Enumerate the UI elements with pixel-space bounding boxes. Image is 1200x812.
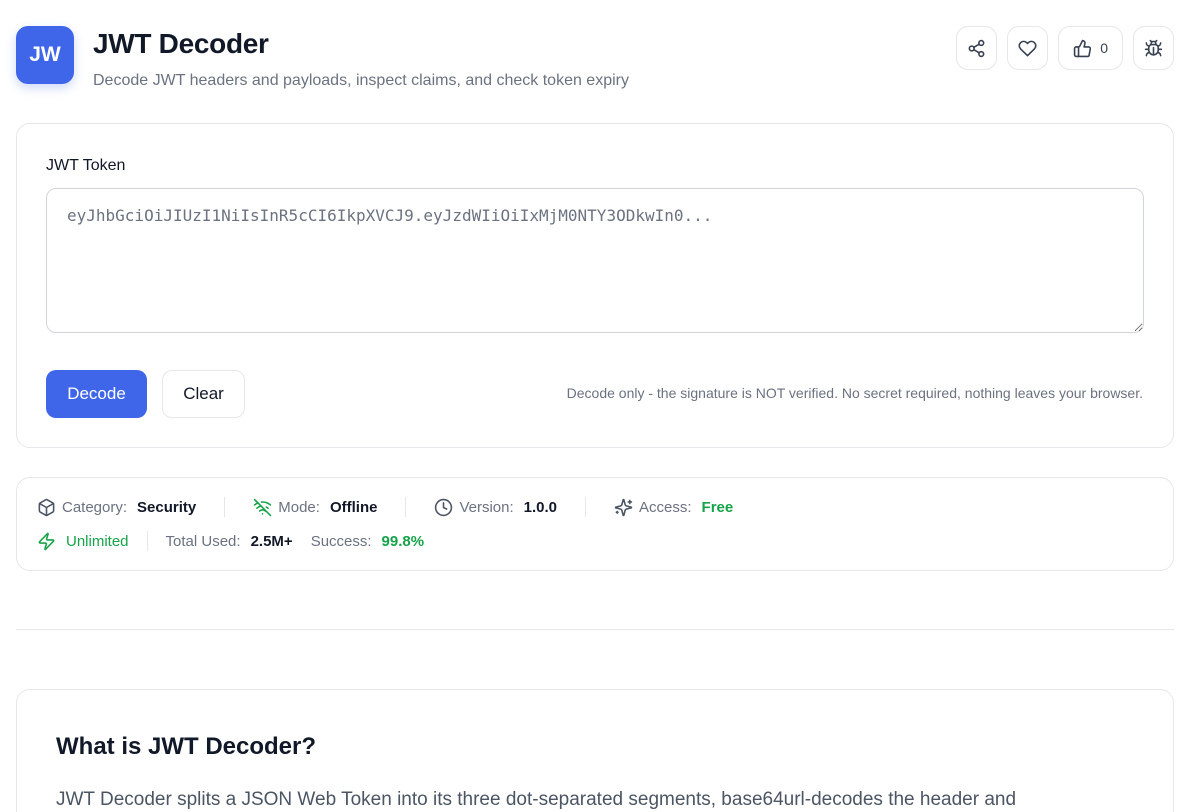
header-actions: 0 xyxy=(956,26,1174,70)
meta-separator xyxy=(146,531,148,551)
like-button[interactable]: 0 xyxy=(1058,26,1123,70)
heart-icon xyxy=(1018,40,1037,56)
tool-meta-card: Category: Security Mode: Offline Version… xyxy=(16,477,1174,571)
meta-access-value: Free xyxy=(701,498,734,516)
zap-icon xyxy=(38,532,55,550)
meta-total-used: Total Used: 2.5M+ xyxy=(166,533,293,550)
bug-icon xyxy=(1144,39,1163,56)
meta-success-label: Success: xyxy=(310,532,372,550)
meta-category: Category: Security xyxy=(37,498,196,517)
meta-mode: Mode: Offline xyxy=(253,498,377,517)
meta-separator xyxy=(224,497,226,517)
privacy-note: Decode only - the signature is NOT verif… xyxy=(566,385,1143,401)
clock-icon xyxy=(435,498,453,516)
meta-separator xyxy=(585,497,587,517)
package-icon xyxy=(38,498,55,516)
about-card: What is JWT Decoder? JWT Decoder splits … xyxy=(16,689,1174,812)
meta-total-value: 2.5M+ xyxy=(250,532,293,550)
share-button[interactable] xyxy=(956,26,998,70)
meta-limit: Unlimited xyxy=(37,532,129,551)
meta-success-value: 99.8% xyxy=(381,532,425,550)
meta-separator xyxy=(405,497,407,517)
page-subtitle: Decode JWT headers and payloads, inspect… xyxy=(93,72,629,89)
meta-version-value: 1.0.0 xyxy=(523,498,558,516)
meta-total-label: Total Used: xyxy=(165,532,241,550)
app-logo: JW xyxy=(16,26,74,84)
meta-version-label: Version: xyxy=(459,498,514,516)
meta-category-label: Category: xyxy=(62,498,128,516)
token-input[interactable] xyxy=(46,188,1144,333)
meta-version: Version: 1.0.0 xyxy=(434,498,557,517)
meta-mode-label: Mode: xyxy=(278,498,320,516)
section-divider xyxy=(16,629,1174,630)
clear-button[interactable]: Clear xyxy=(162,370,245,418)
page-header: JW JWT Decoder Decode JWT headers and pa… xyxy=(16,26,1174,89)
meta-limit-value: Unlimited xyxy=(66,532,129,550)
about-text: JWT Decoder splits a JSON Web Token into… xyxy=(56,789,1017,810)
thumbs-up-icon xyxy=(1073,39,1092,57)
sparkles-icon xyxy=(614,498,633,516)
wifi-off-icon xyxy=(254,498,272,516)
share-icon xyxy=(968,39,985,57)
decode-button[interactable]: Decode xyxy=(46,370,147,418)
page-title: JWT Decoder xyxy=(93,28,269,59)
like-count: 0 xyxy=(1100,40,1108,56)
favorite-button[interactable] xyxy=(1007,26,1049,70)
meta-access-label: Access: xyxy=(639,498,692,516)
meta-row-primary: Category: Security Mode: Offline Version… xyxy=(37,497,733,517)
token-card: JWT Token Decode Clear Decode only - the… xyxy=(16,123,1174,448)
meta-category-value: Security xyxy=(137,498,197,516)
report-bug-button[interactable] xyxy=(1133,26,1174,70)
meta-access: Access: Free xyxy=(614,498,733,517)
meta-success: Success: 99.8% xyxy=(311,533,424,550)
meta-row-stats: Unlimited Total Used: 2.5M+ Success: 99.… xyxy=(37,531,424,551)
meta-mode-value: Offline xyxy=(329,498,378,516)
token-label: JWT Token xyxy=(46,157,126,174)
about-title: What is JWT Decoder? xyxy=(56,733,317,760)
